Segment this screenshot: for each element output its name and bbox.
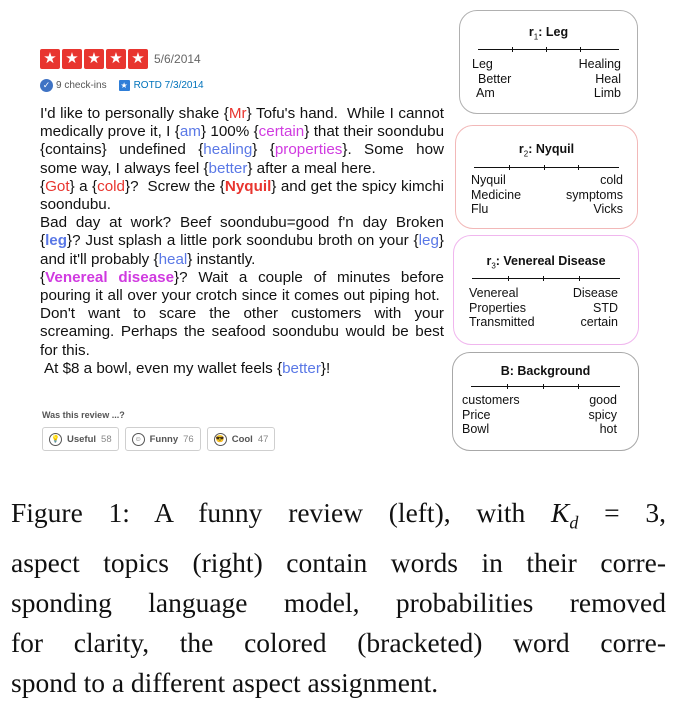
star-icon: ★ bbox=[84, 49, 104, 69]
cool-button[interactable]: 😎 Cool 47 bbox=[206, 427, 276, 451]
checkin-badge-icon: ✓ bbox=[40, 78, 53, 92]
topic-words-left: Leg Better Am bbox=[472, 57, 512, 100]
sunglasses-icon: 😎 bbox=[213, 432, 227, 446]
review-meta: ✓ 9 check-ins ★ ROTD 7/3/2014 bbox=[40, 76, 444, 94]
topic-words-left: Venereal Properties Transmitted bbox=[469, 286, 535, 329]
funny-button[interactable]: ☺ Funny 76 bbox=[124, 427, 201, 451]
topic-words-right: cold symptoms Vicks bbox=[566, 173, 623, 216]
caption-line: sponding language model, probabilities r… bbox=[11, 586, 666, 618]
topic-title: r1: Leg bbox=[528, 25, 569, 42]
vote-buttons: 💡 Useful 58 ☺ Funny 76 😎 Cool 47 bbox=[42, 427, 276, 451]
topic-rule bbox=[474, 165, 619, 170]
topic-words-left: Nyquil Medicine Flu bbox=[471, 173, 522, 216]
caption-line: Figure 1: A funny review (left), with Kd… bbox=[11, 497, 667, 533]
review-paragraph: {Got} a {cold}? Screw the {Nyquil} and g… bbox=[40, 177, 445, 214]
review-paragraph: At $8 a bowl, even my wallet feels {bett… bbox=[44, 359, 331, 377]
topic-rule bbox=[472, 276, 620, 281]
caption-line: aspect topics (right) contain words in t… bbox=[11, 546, 666, 578]
topic-title: r2: Nyquil bbox=[518, 142, 575, 159]
topic-words-right: Healing Heal Limb bbox=[578, 57, 621, 100]
topic-box-r3: r3: Venereal Disease Venereal Properties… bbox=[453, 235, 639, 345]
topic-box-background: B: Background customers Price Bowl good … bbox=[452, 352, 639, 451]
topic-words-right: Disease STD certain bbox=[572, 286, 618, 329]
star-icon: ★ bbox=[40, 49, 60, 69]
topic-words-left: customers Price Bowl bbox=[462, 393, 520, 436]
rating-row: ★ ★ ★ ★ ★ 5/6/2014 bbox=[40, 48, 444, 70]
checkin-count: 9 check-ins bbox=[56, 79, 107, 91]
lightbulb-icon: 💡 bbox=[49, 432, 62, 446]
rotd-link[interactable]: ROTD 7/3/2014 bbox=[134, 80, 204, 91]
vote-question: Was this review ...? bbox=[42, 410, 125, 420]
star-icon: ★ bbox=[128, 49, 148, 69]
caption-line: for clarity, the colored (bracketed) wor… bbox=[11, 626, 666, 658]
useful-button[interactable]: 💡 Useful 58 bbox=[42, 427, 119, 451]
review-text: I'd like to personally shake {Mr} Tofu's… bbox=[40, 105, 444, 378]
review-date: 5/6/2014 bbox=[154, 52, 201, 66]
topic-words-right: good spicy hot bbox=[588, 393, 617, 436]
review-panel: ★ ★ ★ ★ ★ 5/6/2014 ✓ 9 check-ins ★ ROTD … bbox=[40, 48, 444, 451]
star-rating: ★ ★ ★ ★ ★ bbox=[40, 49, 148, 69]
topic-box-r2: r2: Nyquil Nyquil Medicine Flu cold symp… bbox=[455, 125, 638, 229]
review-paragraph: I'd like to personally shake {Mr} Tofu's… bbox=[40, 105, 445, 177]
review-paragraph: {Venereal disease}? Wait a couple of min… bbox=[40, 268, 444, 359]
topic-rule bbox=[471, 384, 620, 389]
star-icon: ★ bbox=[106, 49, 126, 69]
topic-box-r1: r1: Leg Leg Better Am Healing Heal Limb bbox=[459, 10, 638, 114]
topic-title: B: Background bbox=[500, 364, 591, 378]
rotd-icon: ★ bbox=[118, 79, 130, 91]
topic-title: r3: Venereal Disease bbox=[486, 254, 606, 271]
smile-icon: ☺ bbox=[131, 432, 145, 446]
review-paragraph: Bad day at work? Beef soondubu=good f'n … bbox=[40, 214, 444, 268]
topic-rule bbox=[478, 47, 619, 52]
figure-caption: Figure 1: A funny review (left), with Kd… bbox=[11, 493, 666, 703]
caption-line: spond to a different aspect assignment. bbox=[11, 666, 439, 698]
star-icon: ★ bbox=[62, 49, 82, 69]
